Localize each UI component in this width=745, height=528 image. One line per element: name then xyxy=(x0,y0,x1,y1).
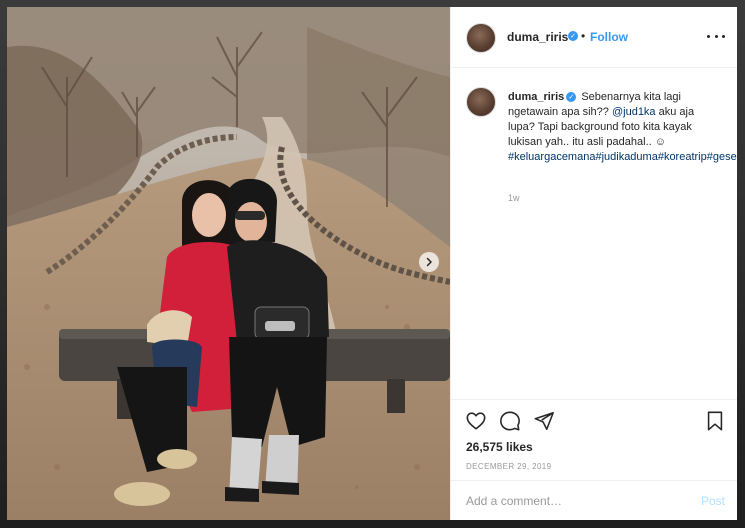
post-header: duma_riris ✓ • Follow xyxy=(451,7,737,68)
comment-button[interactable] xyxy=(499,410,521,432)
instagram-post: duma_riris ✓ • Follow duma_riris ✓ Sebena… xyxy=(7,7,737,520)
hashtags-link[interactable]: #keluargacemana#judikaduma#koreatrip#ges… xyxy=(508,151,737,163)
post-side-panel: duma_riris ✓ • Follow duma_riris ✓ Sebena… xyxy=(450,7,737,520)
more-options-icon[interactable] xyxy=(707,28,725,44)
header-separator: • xyxy=(581,29,586,43)
chevron-right-icon xyxy=(426,257,432,267)
post-comment-button[interactable]: Post xyxy=(701,494,725,508)
share-icon xyxy=(534,411,554,431)
caption-username[interactable]: duma_riris xyxy=(508,91,564,103)
profile-avatar[interactable] xyxy=(466,23,496,53)
follow-button[interactable]: Follow xyxy=(590,30,628,44)
carousel-next-button[interactable] xyxy=(419,252,439,272)
verified-badge-icon: ✓ xyxy=(568,31,578,41)
caption-avatar[interactable] xyxy=(466,87,496,117)
caption-verified-badge-icon: ✓ xyxy=(566,92,577,102)
post-date: DECEMBER 29, 2019 xyxy=(466,462,552,471)
mention-link[interactable]: @jud1ka xyxy=(612,106,656,118)
comment-bar: Post xyxy=(451,480,737,520)
save-button[interactable] xyxy=(704,410,726,432)
header-username[interactable]: duma_riris xyxy=(507,30,568,44)
post-photo xyxy=(7,7,450,520)
bookmark-icon xyxy=(707,411,723,431)
like-button[interactable] xyxy=(465,410,487,432)
share-button[interactable] xyxy=(533,410,555,432)
photo-illustration xyxy=(7,7,450,520)
caption-timestamp: 1w xyxy=(508,193,520,203)
post-actions: 26,575 likes DECEMBER 29, 2019 Post xyxy=(451,399,737,520)
comment-input[interactable] xyxy=(466,493,676,509)
heart-icon xyxy=(466,412,486,430)
comment-icon xyxy=(500,411,520,431)
post-caption: duma_riris ✓ Sebenarnya kita lagi ngetawa… xyxy=(508,90,737,165)
likes-count[interactable]: 26,575 likes xyxy=(466,440,533,454)
